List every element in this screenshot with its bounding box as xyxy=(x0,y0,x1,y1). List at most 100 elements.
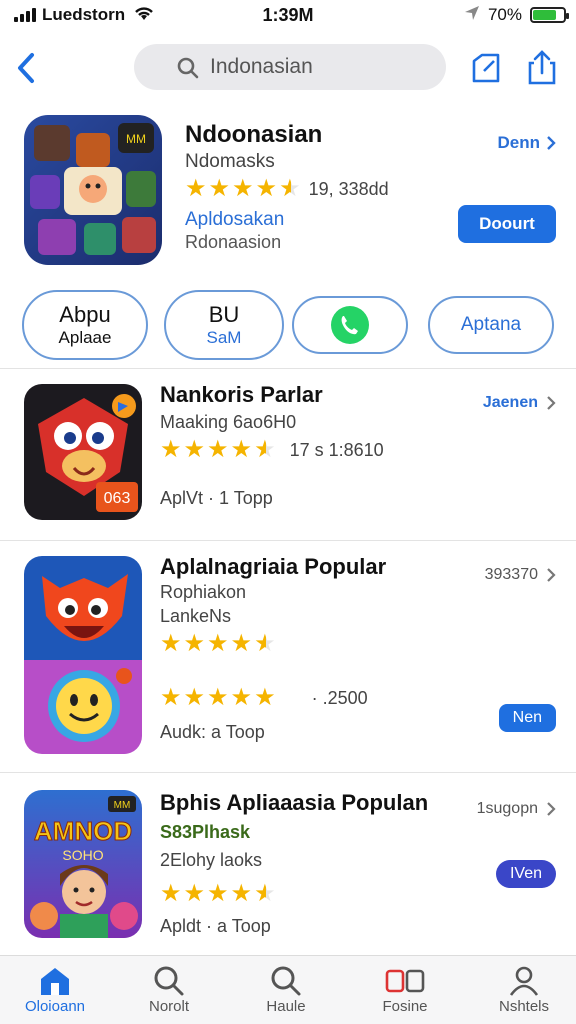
app-get-button[interactable]: IVen xyxy=(495,860,556,888)
divider xyxy=(0,368,576,369)
app-rating: ★ ★ ★ ★ ★ 17 s 1:8610 xyxy=(160,438,384,462)
app-rating: ★ ★ ★ ★ ★ xyxy=(160,632,276,656)
star-rating: ★ ★ ★ ★ ★ xyxy=(160,686,276,710)
star-half-icon: ★ xyxy=(279,175,301,202)
clock: 1:39M xyxy=(262,4,314,25)
featured-app-link[interactable]: Apldosakan xyxy=(185,209,284,231)
tab-today[interactable]: Oloioann xyxy=(5,964,105,1015)
tab-label: Nshtels xyxy=(498,998,550,1015)
home-icon xyxy=(41,968,69,995)
app-category: 2Elohy laoks xyxy=(160,850,263,870)
star-icon: ★ xyxy=(230,880,253,907)
featured-app[interactable]: MM Ndoonasian Ndomasks ★ ★ ★ ★ ★ 19, 338… xyxy=(0,115,576,275)
app-icon-secondary xyxy=(24,660,142,754)
star-icon: ★ xyxy=(207,436,229,463)
svg-text:063: 063 xyxy=(104,490,131,507)
star-icon: ★ xyxy=(255,175,278,202)
app-icon xyxy=(24,556,142,660)
chip-4[interactable]: Aptana xyxy=(428,296,554,354)
app-rank: Audk: a Toop xyxy=(160,722,265,742)
app-subtitle: S83Plhask xyxy=(160,822,251,842)
app-category: AplVt · 1 Topp xyxy=(160,488,273,508)
chevron-right-icon xyxy=(547,396,556,410)
share-button[interactable] xyxy=(524,48,560,88)
app-meta: Jaenen xyxy=(482,394,538,411)
tab-search-2[interactable]: Haule xyxy=(236,964,336,1015)
tab-search-1[interactable]: Norolt xyxy=(119,964,219,1015)
app-name: Nankoris Parlar xyxy=(160,382,323,407)
search-query: Indonasian xyxy=(210,55,313,78)
app-rating: ★ ★ ★ ★ ★ xyxy=(160,882,276,906)
back-button[interactable] xyxy=(10,48,42,88)
star-half-icon: ★ xyxy=(254,436,276,463)
chip-whatsapp[interactable] xyxy=(292,296,408,354)
star-rating: ★ ★ ★ ★ ★ xyxy=(160,632,276,656)
app-subtitle: Rophiakon xyxy=(160,582,247,602)
app-row[interactable]: Aplalnagriaia Popular Rophiakon LankeNs … xyxy=(0,552,576,762)
bookmark-icon xyxy=(472,53,500,83)
featured-get-button[interactable]: Doourt xyxy=(458,205,556,243)
svg-text:SOHO: SOHO xyxy=(62,847,103,863)
star-icon: ★ xyxy=(160,630,182,657)
app-name: Aplalnagriaia Popular xyxy=(160,554,387,579)
chip-label: Aptana xyxy=(460,314,522,335)
tab-label: Fosine xyxy=(382,998,428,1015)
app-get-button[interactable]: Nen xyxy=(498,704,556,732)
rating-count: · .2500 xyxy=(311,687,368,708)
star-rating: ★ ★ ★ ★ ★ xyxy=(160,882,276,906)
chip-sublabel: Aplaae xyxy=(58,328,112,347)
tab-label: Oloioann xyxy=(24,998,86,1015)
star-icon: ★ xyxy=(230,684,253,711)
star-rating: ★ ★ ★ ★ ★ xyxy=(160,438,276,462)
app-subtitle: Maaking 6ao6H0 xyxy=(160,412,297,432)
star-icon: ★ xyxy=(160,880,182,907)
chip-2[interactable]: BU SaM xyxy=(164,290,284,360)
star-half-icon: ★ xyxy=(254,880,276,907)
tab-profile[interactable]: Nshtels xyxy=(474,964,574,1015)
star-icon: ★ xyxy=(208,175,231,202)
svg-text:MM: MM xyxy=(114,800,131,811)
chip-label: Abpu xyxy=(59,302,111,327)
star-icon: ★ xyxy=(160,684,182,711)
rating-count: 19, 338dd xyxy=(308,178,389,199)
app-name: Bphis Apliaaasia Populan xyxy=(160,790,429,815)
chip-1[interactable]: Abpu Aplaae xyxy=(22,290,148,360)
tab-apps[interactable]: Fosine xyxy=(355,964,455,1015)
featured-app-icon: MM xyxy=(24,115,162,265)
svg-text:MM: MM xyxy=(126,132,146,146)
featured-app-rating: ★ ★ ★ ★ ★ 19, 338dd xyxy=(185,177,389,201)
app-meta: 393370 xyxy=(484,566,538,583)
share-icon xyxy=(528,50,556,85)
app-icon: 063 xyxy=(24,384,142,520)
location-icon xyxy=(464,5,480,26)
star-icon: ★ xyxy=(183,630,206,657)
featured-app-developer: Ndomasks xyxy=(185,151,275,172)
apps-icon xyxy=(385,969,425,993)
chevron-right-icon xyxy=(547,802,556,816)
top-navigation: Indonasian xyxy=(0,42,576,94)
featured-more-link[interactable]: Denn xyxy=(498,133,557,153)
star-icon: ★ xyxy=(183,684,206,711)
star-icon: ★ xyxy=(160,436,182,463)
rating-count: 17 s 1:8610 xyxy=(289,439,384,460)
carrier-name: Luedstorn xyxy=(42,5,126,24)
tab-label: Norolt xyxy=(148,998,189,1015)
app-more-link[interactable]: 1sugopn xyxy=(477,800,556,818)
app-row[interactable]: MM AMNOD SOHO Bphis Apliaaasia Populan S… xyxy=(0,786,576,946)
star-half-icon: ★ xyxy=(254,630,276,657)
star-icon: ★ xyxy=(254,684,276,711)
featured-app-subtitle: Rdonaasion xyxy=(185,232,282,252)
search-field[interactable]: Indonasian xyxy=(134,44,446,90)
star-icon: ★ xyxy=(207,880,229,907)
app-category: LankeNs xyxy=(160,606,232,626)
chevron-right-icon xyxy=(547,568,556,582)
chip-label: BU xyxy=(208,302,240,327)
bookmark-button[interactable] xyxy=(468,48,504,88)
tab-label: Haule xyxy=(266,998,306,1015)
app-row[interactable]: 063 Nankoris Parlar Maaking 6ao6H0 ★ ★ ★… xyxy=(0,382,576,532)
star-icon: ★ xyxy=(207,684,229,711)
star-icon: ★ xyxy=(183,880,206,907)
app-more-link[interactable]: Jaenen xyxy=(483,394,556,412)
app-more-link[interactable]: 393370 xyxy=(485,566,556,584)
chevron-left-icon xyxy=(18,53,34,83)
